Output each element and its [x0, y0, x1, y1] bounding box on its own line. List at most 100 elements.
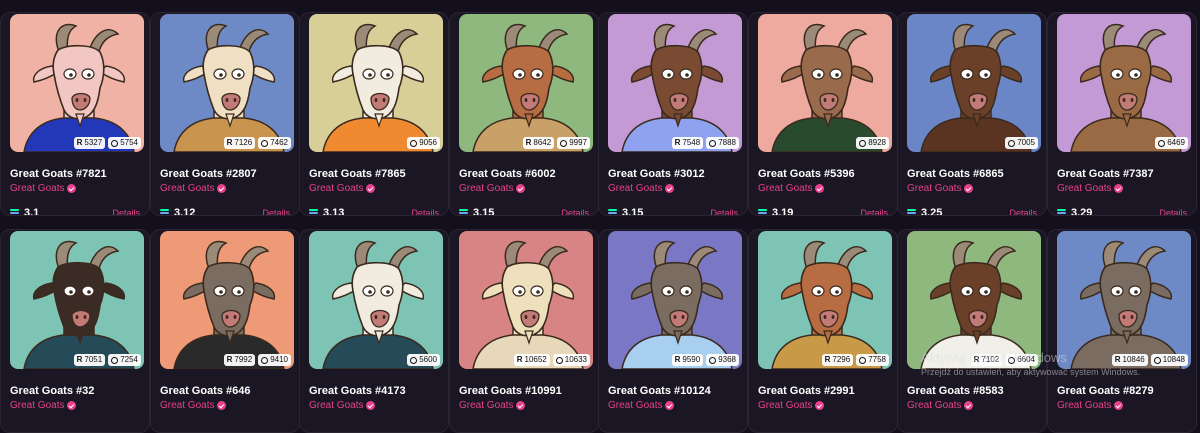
- rank-badge: R 7548: [671, 137, 704, 149]
- details-link[interactable]: Details: [561, 208, 589, 215]
- nft-card[interactable]: R 10652 10633 Great Goats #10991 Great Goats: [449, 229, 599, 433]
- nft-image[interactable]: R 7102 6604: [907, 231, 1041, 369]
- solana-icon: [160, 208, 169, 215]
- rank-badge: R 8642: [522, 137, 555, 149]
- score-value: 7758: [868, 355, 886, 364]
- rank-icon: R: [824, 355, 831, 364]
- score-icon: [709, 356, 717, 364]
- nft-card[interactable]: 6469 Great Goats #7387 Great Goats 3,29 Deta…: [1047, 12, 1197, 216]
- nft-card[interactable]: R 9590 9368 Great Goats #10124 Great Goats: [598, 229, 748, 433]
- nft-card[interactable]: R 5327 5754 Great Goats #7821 Great Goats 3,1…: [0, 12, 150, 216]
- nft-image[interactable]: R 10652 10633: [459, 231, 593, 369]
- collection-link[interactable]: Great Goats: [1057, 400, 1124, 411]
- collection-link[interactable]: Great Goats: [758, 400, 825, 411]
- score-icon: [1158, 139, 1166, 147]
- verified-check-icon: [815, 401, 825, 410]
- nft-name[interactable]: Great Goats #7865: [309, 168, 406, 180]
- collection-name: Great Goats: [758, 400, 813, 411]
- nft-name[interactable]: Great Goats #4173: [309, 385, 406, 397]
- nft-name[interactable]: Great Goats #7387: [1057, 168, 1154, 180]
- collection-name: Great Goats: [309, 400, 364, 411]
- nft-image[interactable]: 5600: [309, 231, 443, 369]
- nft-name[interactable]: Great Goats #10124: [608, 385, 711, 397]
- nft-name[interactable]: Great Goats #2991: [758, 385, 855, 397]
- nft-card[interactable]: 5600 Great Goats #4173 Great Goats: [299, 229, 449, 433]
- nft-name[interactable]: Great Goats #3012: [608, 168, 705, 180]
- collection-link[interactable]: Great Goats: [758, 183, 825, 194]
- windows-activation-watermark: Aktywuj system Windows Przejdź do ustawi…: [921, 350, 1140, 377]
- collection-link[interactable]: Great Goats: [309, 183, 376, 194]
- nft-name[interactable]: Great Goats #10991: [459, 385, 562, 397]
- nft-image[interactable]: R 9590 9368: [608, 231, 742, 369]
- nft-image[interactable]: 9056: [309, 14, 443, 152]
- price: 3,1: [10, 207, 39, 215]
- collection-link[interactable]: Great Goats: [907, 183, 974, 194]
- details-link[interactable]: Details: [112, 208, 140, 215]
- nft-card[interactable]: R 7102 6604 Great Goats #8583 Great Goats: [897, 229, 1047, 433]
- rank-badge: R 7126: [223, 137, 256, 149]
- nft-name[interactable]: Great Goats #7821: [10, 168, 107, 180]
- collection-link[interactable]: Great Goats: [10, 183, 77, 194]
- nft-name[interactable]: Great Goats #6002: [459, 168, 556, 180]
- nft-image[interactable]: R 7051 7254: [10, 231, 144, 369]
- score-icon: [1008, 139, 1016, 147]
- details-link[interactable]: Details: [411, 208, 439, 215]
- score-value: 6469: [1167, 138, 1185, 147]
- details-link[interactable]: Details: [1009, 208, 1037, 215]
- collection-link[interactable]: Great Goats: [608, 183, 675, 194]
- nft-name[interactable]: Great Goats #6865: [907, 168, 1004, 180]
- nft-image[interactable]: R 5327 5754: [10, 14, 144, 152]
- score-icon: [560, 139, 568, 147]
- verified-check-icon: [1114, 184, 1124, 193]
- nft-image[interactable]: 6469: [1057, 14, 1191, 152]
- collection-link[interactable]: Great Goats: [459, 400, 526, 411]
- price-value: 3,12: [174, 207, 196, 216]
- collection-link[interactable]: Great Goats: [10, 400, 77, 411]
- nft-card[interactable]: R 7051 7254 Great Goats #32 Great Goats: [0, 229, 150, 433]
- collection-link[interactable]: Great Goats: [309, 400, 376, 411]
- nft-card[interactable]: R 10846 10848 Great Goats #8279 Great Goats: [1047, 229, 1197, 433]
- nft-name[interactable]: Great Goats #32: [10, 385, 94, 397]
- nft-name[interactable]: Great Goats #2807: [160, 168, 257, 180]
- solana-icon: [608, 208, 617, 215]
- price: 3,15: [459, 207, 494, 215]
- score-badge: 9410: [258, 354, 291, 366]
- nft-card[interactable]: R 7296 7758 Great Goats #2991 Great Goats: [748, 229, 898, 433]
- score-icon: [859, 139, 867, 147]
- verified-check-icon: [1114, 401, 1124, 410]
- details-link[interactable]: Details: [262, 208, 290, 215]
- nft-card[interactable]: 8928 Great Goats #5396 Great Goats 3,19 Deta…: [748, 12, 898, 216]
- nft-image[interactable]: R 7296 7758: [758, 231, 892, 369]
- nft-card[interactable]: R 7126 7462 Great Goats #2807 Great Goats 3,1…: [150, 12, 300, 216]
- nft-image[interactable]: R 7126 7462: [160, 14, 294, 152]
- collection-link[interactable]: Great Goats: [160, 183, 227, 194]
- verified-check-icon: [665, 184, 675, 193]
- nft-card[interactable]: R 8642 9997 Great Goats #6002 Great Goats 3,1…: [449, 12, 599, 216]
- nft-name[interactable]: Great Goats #5396: [758, 168, 855, 180]
- nft-name[interactable]: Great Goats #8583: [907, 385, 1004, 397]
- nft-image[interactable]: R 7992 9410: [160, 231, 294, 369]
- nft-name[interactable]: Great Goats #646: [160, 385, 251, 397]
- nft-card[interactable]: 7005 Great Goats #6865 Great Goats 3,25 Deta…: [897, 12, 1047, 216]
- score-badge: 7758: [856, 354, 889, 366]
- collection-link[interactable]: Great Goats: [160, 400, 227, 411]
- details-link[interactable]: Details: [860, 208, 888, 215]
- price-value: 3,25: [921, 207, 943, 216]
- nft-image[interactable]: 7005: [907, 14, 1041, 152]
- nft-image[interactable]: R 8642 9997: [459, 14, 593, 152]
- nft-image[interactable]: R 7548 7888: [608, 14, 742, 152]
- nft-card[interactable]: R 7548 7888 Great Goats #3012 Great Goats 3,1…: [598, 12, 748, 216]
- collection-link[interactable]: Great Goats: [907, 400, 974, 411]
- score-badge: 9056: [407, 137, 440, 149]
- nft-name[interactable]: Great Goats #8279: [1057, 385, 1154, 397]
- collection-link[interactable]: Great Goats: [459, 183, 526, 194]
- nft-card[interactable]: R 7992 9410 Great Goats #646 Great Goats: [150, 229, 300, 433]
- nft-card[interactable]: 9056 Great Goats #7865 Great Goats 3,13 Deta…: [299, 12, 449, 216]
- nft-image[interactable]: 8928: [758, 14, 892, 152]
- nft-image[interactable]: R 10846 10848: [1057, 231, 1191, 369]
- collection-link[interactable]: Great Goats: [1057, 183, 1124, 194]
- details-link[interactable]: Details: [1159, 208, 1187, 215]
- details-link[interactable]: Details: [710, 208, 738, 215]
- score-badge: 10848: [1150, 354, 1188, 366]
- collection-link[interactable]: Great Goats: [608, 400, 675, 411]
